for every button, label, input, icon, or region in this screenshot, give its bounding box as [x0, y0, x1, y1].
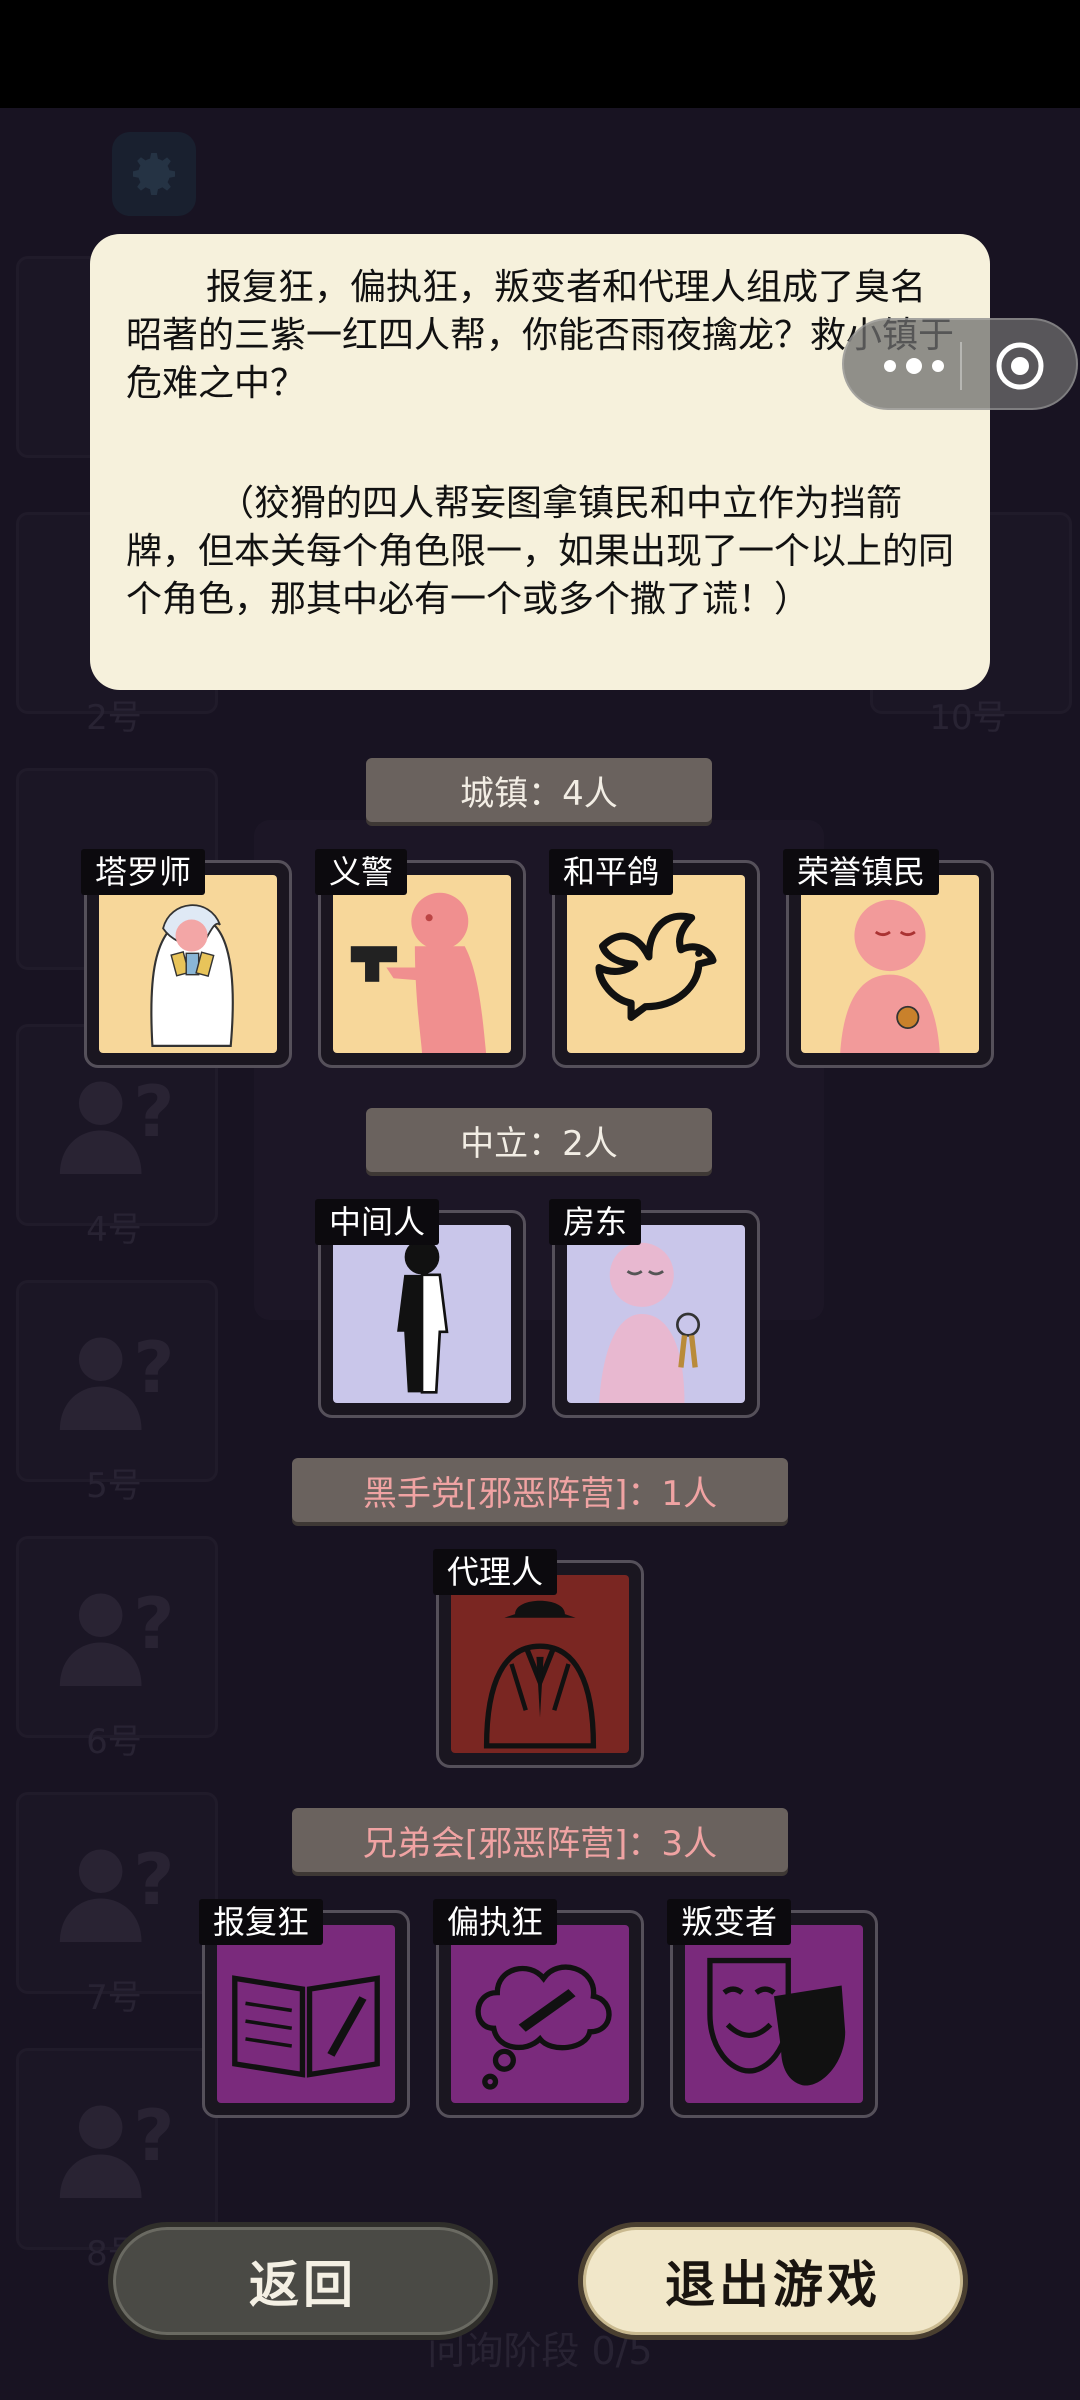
- tarot-reader-illustration: [99, 875, 277, 1053]
- landlord-illustration: [567, 1225, 745, 1403]
- agent-suit-icon: [451, 1575, 629, 1753]
- back-button[interactable]: 返回: [108, 2222, 498, 2340]
- role-card-paranoid[interactable]: 偏执狂: [433, 1899, 644, 2118]
- role-card-vigilante[interactable]: 义警: [315, 849, 526, 1068]
- role-card-traitor[interactable]: 叛变者: [667, 1899, 878, 2118]
- intro-paragraph: 报复狂，偏执狂，叛变者和代理人组成了臭名昭著的三紫一红四人帮，你能否雨夜擒龙？救…: [126, 267, 955, 404]
- honored-citizen-illustration: [801, 875, 979, 1053]
- role-name-tag: 叛变者: [667, 1899, 792, 1945]
- middleman-illustration: [333, 1225, 511, 1403]
- section-banner-neutral: 中立：2人: [366, 1108, 712, 1172]
- mini-program-capsule: [842, 318, 1078, 410]
- thought-knife-icon: [451, 1925, 629, 2103]
- role-name-tag: 中间人: [315, 1199, 440, 1245]
- role-name-tag: 偏执狂: [433, 1899, 558, 1945]
- role-card-agent[interactable]: 代理人: [433, 1549, 644, 1768]
- role-card-avenger[interactable]: 报复狂: [199, 1899, 410, 2118]
- close-target-icon[interactable]: [994, 340, 1046, 392]
- intro-paragraph: （狡猾的四人帮妄图拿镇民和中立作为挡箭牌，但本关每个角色限一，如果出现了一个以上…: [126, 483, 955, 620]
- capsule-divider: [960, 342, 962, 390]
- role-name-tag: 代理人: [433, 1549, 558, 1595]
- role-name-tag: 塔罗师: [81, 849, 206, 895]
- role-card-honored-citizen[interactable]: 荣誉镇民: [783, 849, 994, 1068]
- role-card-peace-dove[interactable]: 和平鸽: [549, 849, 760, 1068]
- role-name-tag: 荣誉镇民: [783, 849, 940, 895]
- role-card-tarot[interactable]: 塔罗师: [81, 849, 292, 1068]
- section-banner-town: 城镇：4人: [366, 758, 712, 822]
- section-banner-brotherhood: 兄弟会[邪恶阵营]：3人: [292, 1808, 788, 1872]
- role-card-landlord[interactable]: 房东: [549, 1199, 760, 1418]
- dove-icon: [567, 875, 745, 1053]
- role-name-tag: 义警: [315, 849, 408, 895]
- status-bar: [0, 0, 1080, 108]
- role-name-tag: 报复狂: [199, 1899, 324, 1945]
- book-knife-icon: [217, 1925, 395, 2103]
- quit-game-button[interactable]: 退出游戏: [578, 2222, 968, 2340]
- level-intro-bubble: 报复狂，偏执狂，叛变者和代理人组成了臭名昭著的三紫一红四人帮，你能否雨夜擒龙？救…: [90, 234, 990, 690]
- vigilante-illustration: [333, 875, 511, 1053]
- more-dots-icon[interactable]: [878, 350, 958, 382]
- theater-masks-icon: [685, 1925, 863, 2103]
- role-card-middleman[interactable]: 中间人: [315, 1199, 526, 1418]
- role-name-tag: 房东: [549, 1199, 642, 1245]
- section-banner-mafia: 黑手党[邪恶阵营]：1人: [292, 1458, 788, 1522]
- role-name-tag: 和平鸽: [549, 849, 674, 895]
